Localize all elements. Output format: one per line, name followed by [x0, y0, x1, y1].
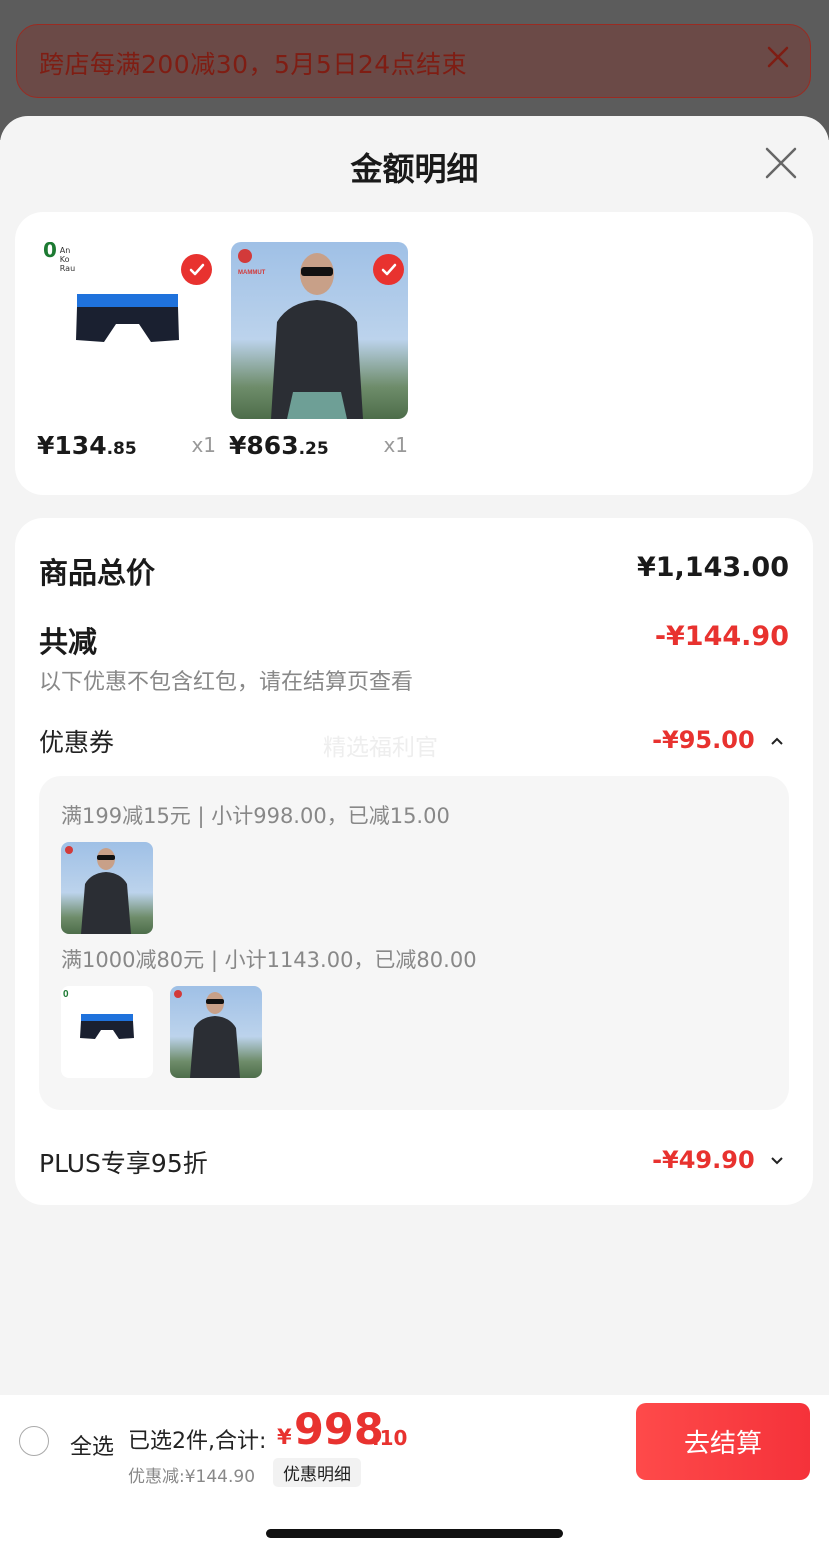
product-price: ¥863.25: [229, 431, 329, 460]
total-currency: ¥: [277, 1425, 292, 1449]
reduce-value: -¥144.90: [654, 621, 789, 652]
discount-note: 以下优惠不包含红包，请在结算页查看: [39, 670, 414, 695]
boxer-briefs-image: 0: [63, 989, 134, 1039]
promo-banner: 跨店每满200减30，5月5日24点结束: [16, 24, 811, 98]
man-in-jacket-image: [65, 846, 131, 934]
plus-discount-label: PLUS专享95折: [39, 1149, 208, 1178]
product-item[interactable]: 0 An Ko Rau ¥134.85 x1: [37, 242, 216, 471]
select-all-checkbox[interactable]: [19, 1426, 49, 1456]
total-amount: 998: [294, 1405, 384, 1455]
coupon-detail-box: 满199减15元 | 小计998.00，已减15.00 满1000减80元 | …: [39, 776, 789, 1110]
close-icon[interactable]: [764, 146, 798, 180]
bottom-checkout-bar: 全选 已选2件,合计: ¥ 998 .10 优惠减:¥144.90 优惠明细 去…: [0, 1395, 829, 1553]
man-in-jacket-image: [174, 990, 240, 1078]
amount-detail-sheet: 金额明细 0 An Ko Rau ¥134.85 x1 MAMMUT ¥863.…: [0, 116, 829, 1553]
coupon-product-thumb: 0: [61, 986, 153, 1078]
product-item[interactable]: MAMMUT ¥863.25 x1: [229, 242, 408, 471]
coupon-product-thumb: [61, 842, 153, 934]
discount-detail-button[interactable]: 优惠明细: [273, 1458, 361, 1487]
product-qty: x1: [383, 433, 408, 457]
plus-discount-value: -¥49.90: [652, 1146, 755, 1174]
promo-text: 跨店每满200减30，5月5日24点结束: [39, 50, 468, 79]
coupon-toggle[interactable]: -¥95.00: [652, 726, 783, 754]
products-card: 0 An Ko Rau ¥134.85 x1 MAMMUT ¥863.25 x1: [15, 212, 813, 495]
selected-count-text: 已选2件,合计:: [128, 1429, 267, 1454]
check-icon[interactable]: [373, 254, 404, 285]
goods-total-value: ¥1,143.00: [636, 552, 789, 583]
checkout-button[interactable]: 去结算: [636, 1403, 810, 1480]
product-image: MAMMUT: [231, 242, 408, 419]
goods-total-label: 商品总价: [39, 556, 156, 590]
coupon-value: -¥95.00: [652, 726, 755, 754]
svg-text:MAMMUT: MAMMUT: [238, 270, 266, 276]
chevron-up-icon: [771, 737, 783, 745]
watermark: 精选福利官: [323, 735, 438, 761]
product-qty: x1: [191, 433, 216, 457]
chevron-down-icon: [771, 1157, 783, 1165]
coupon-tier-text: 满1000减80元 | 小计1143.00，已减80.00: [61, 948, 477, 972]
check-icon[interactable]: [181, 254, 212, 285]
home-indicator: [266, 1529, 563, 1538]
product-image: 0 An Ko Rau: [39, 242, 216, 419]
close-icon[interactable]: [764, 43, 792, 71]
product-price: ¥134.85: [37, 431, 137, 460]
reduce-label: 共减: [39, 625, 98, 659]
coupon-tier-text: 满199减15元 | 小计998.00，已减15.00: [61, 804, 450, 828]
svg-text:0: 0: [63, 989, 69, 1000]
summary-card: 商品总价 ¥1,143.00 共减 -¥144.90 以下优惠不包含红包，请在结…: [15, 518, 813, 1205]
coupon-label: 优惠券: [39, 728, 115, 757]
sheet-title: 金额明细: [350, 150, 479, 188]
coupon-product-thumb: [170, 986, 262, 1078]
total-decimal: .10: [372, 1426, 408, 1450]
plus-discount-toggle[interactable]: -¥49.90: [652, 1146, 783, 1174]
select-all-label[interactable]: 全选: [70, 1429, 114, 1461]
discount-summary: 优惠减:¥144.90: [128, 1467, 256, 1487]
